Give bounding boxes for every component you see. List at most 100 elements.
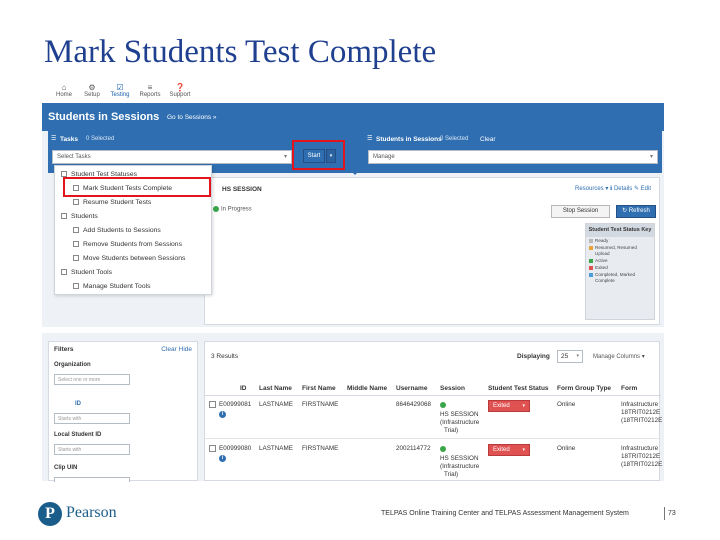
cell-form: Infrastructure	[621, 401, 659, 408]
nav-label: Testing	[110, 92, 130, 98]
go-to-sessions-link[interactable]: Go to Sessions »	[167, 114, 217, 121]
status-dot-icon	[213, 206, 219, 212]
gear-icon: ⚙	[88, 83, 96, 92]
checkbox[interactable]	[73, 199, 79, 206]
col-form-group-type[interactable]: Form Group Type	[557, 385, 611, 392]
col-test-status[interactable]: Student Test Status	[488, 385, 549, 392]
chevron-down-icon: ▾	[522, 403, 525, 409]
stop-session-button[interactable]: Stop Session	[551, 205, 610, 218]
session-title: HS SESSION	[222, 186, 262, 193]
col-first-name[interactable]: First Name	[302, 385, 336, 392]
swatch-icon	[589, 259, 593, 263]
cell-session: (Infrastructure	[440, 463, 480, 470]
active-dot-icon	[440, 402, 446, 408]
footer-divider	[664, 507, 665, 520]
menu-item-label: Remove Students from Sessions	[83, 241, 182, 248]
clip-uin-input[interactable]	[54, 477, 130, 482]
cell-last-name: LASTNAME	[259, 401, 293, 408]
session-links[interactable]: Resources ▾ ℹ Details ✎ Edit	[575, 185, 651, 192]
row-divider	[205, 438, 661, 439]
cell-username: 8646429068	[396, 401, 432, 408]
col-username[interactable]: Username	[396, 385, 427, 392]
nav-reports[interactable]: ≡ Reports	[136, 83, 164, 98]
checkbox[interactable]	[73, 227, 79, 234]
nav-setup[interactable]: ⚙ Setup	[78, 83, 106, 98]
cell-last-name: LASTNAME	[259, 445, 293, 452]
id-filter-label: ID	[75, 401, 81, 407]
menu-item-remove-students[interactable]: Remove Students from Sessions	[73, 241, 182, 248]
manage-columns-button[interactable]: Manage Columns ▾	[593, 353, 645, 360]
row-checkbox[interactable]	[209, 445, 216, 452]
checkbox[interactable]	[73, 255, 79, 262]
nav-home[interactable]: ⌂ Home	[50, 83, 78, 98]
select-tasks-dropdown[interactable]: Select Tasks ▾	[52, 150, 292, 164]
cell-form: 18TRIT0212E	[621, 453, 661, 460]
id-input[interactable]: Starts with	[54, 413, 130, 424]
manage-dropdown[interactable]: Manage ▾	[368, 150, 658, 164]
col-session[interactable]: Session	[440, 385, 465, 392]
page-size-value: 25	[561, 353, 569, 360]
help-icon: ❓	[175, 83, 185, 92]
lower-panel: Filters Clear Hide Organization Select o…	[42, 333, 664, 482]
clear-link[interactable]: Clear	[480, 136, 496, 143]
menu-item-student-tools[interactable]: Student Tools	[61, 269, 112, 276]
active-dot-icon	[440, 446, 446, 452]
pearson-logo-mark: P	[38, 502, 62, 526]
menu-item-manage-tools[interactable]: Manage Student Tools	[73, 283, 151, 290]
tasks-title: Tasks	[60, 136, 78, 143]
students-bar-title: Students in Sessions	[376, 136, 442, 143]
menu-item-resume[interactable]: Resume Student Tests	[73, 199, 151, 206]
chevron-down-icon: ▾	[649, 154, 653, 160]
col-form[interactable]: Form	[621, 385, 637, 392]
students-selected-count: 0 Selected	[440, 136, 469, 142]
cell-id: E00999080	[219, 445, 252, 452]
panel-header: Students in Sessions Go to Sessions »	[42, 103, 664, 131]
checkbox[interactable]	[61, 213, 67, 220]
key-row: Exited	[586, 264, 654, 271]
check-icon: ☑	[116, 83, 124, 92]
checkbox[interactable]	[73, 241, 79, 248]
manage-value: Manage	[373, 154, 395, 160]
cell-first-name: FIRSTNAME	[302, 445, 339, 452]
slide-title: Mark Students Test Complete	[44, 34, 437, 70]
filters-title: Filters	[54, 346, 74, 353]
col-id[interactable]: ID	[240, 385, 247, 392]
key-row: Active	[586, 257, 654, 264]
info-icon[interactable]: i	[219, 411, 226, 418]
row-checkbox[interactable]	[209, 401, 216, 408]
col-middle-name[interactable]: Middle Name	[347, 385, 387, 392]
cell-session: Trial)	[444, 427, 459, 434]
results-count: 3 Results	[211, 353, 239, 360]
filters-links[interactable]: Clear Hide	[161, 346, 192, 353]
status-exited-dropdown[interactable]: Exited ▾	[488, 400, 530, 412]
nav-label: Setup	[84, 92, 100, 98]
home-icon: ⌂	[61, 83, 67, 92]
menu-item-move-students[interactable]: Move Students between Sessions	[73, 255, 185, 262]
status-exited-dropdown[interactable]: Exited ▾	[488, 444, 530, 456]
info-icon[interactable]: i	[219, 455, 226, 462]
cell-session: HS SESSION	[440, 411, 479, 418]
key-label: Resumed, Resumed Upload	[595, 245, 637, 256]
organization-label: Organization	[54, 362, 91, 368]
chevron-down-icon: ▾	[522, 447, 525, 453]
menu-item-label: Resume Student Tests	[83, 199, 152, 206]
page-size-select[interactable]: 25 ▾	[557, 350, 583, 363]
cell-form: Infrastructure	[621, 445, 659, 452]
col-last-name[interactable]: Last Name	[259, 385, 292, 392]
local-id-input[interactable]: Starts with	[54, 444, 130, 455]
refresh-button[interactable]: ↻ Refresh	[616, 205, 656, 218]
menu-item-label: Student Tools	[71, 269, 113, 276]
organization-input[interactable]: Select one or more	[54, 374, 130, 385]
cell-form-group: Online	[557, 445, 576, 452]
cell-username: 2002114772	[396, 445, 431, 452]
menu-item-students[interactable]: Students	[61, 213, 98, 220]
checkbox[interactable]	[61, 269, 67, 276]
menu-item-add-students[interactable]: Add Students to Sessions	[73, 227, 161, 234]
nav-testing[interactable]: ☑ Testing	[106, 83, 134, 98]
checkbox[interactable]	[73, 283, 79, 290]
nav-support[interactable]: ❓ Support	[166, 83, 194, 98]
local-id-label: Local Student ID	[54, 432, 102, 438]
nav-label: Reports	[139, 92, 161, 98]
top-nav: ⌂ Home ⚙ Setup ☑ Testing ≡ Reports ❓ Sup…	[50, 83, 200, 103]
key-label: Exited	[595, 265, 608, 270]
